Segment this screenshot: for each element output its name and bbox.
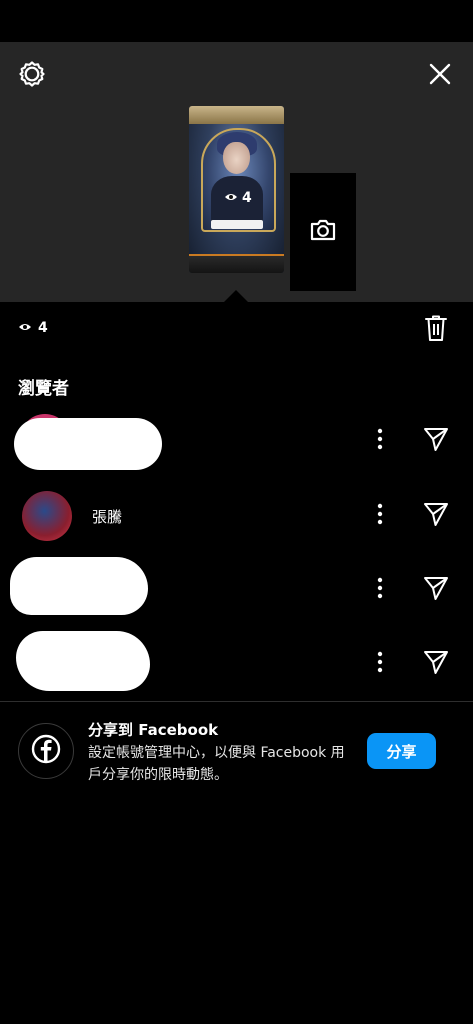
facebook-icon <box>31 734 61 768</box>
story-banner <box>189 106 284 124</box>
close-button[interactable] <box>422 58 458 94</box>
send-message-button[interactable] <box>420 574 452 606</box>
viewer-row[interactable] <box>0 555 473 625</box>
views-summary: 4 <box>18 320 48 336</box>
more-vertical-icon <box>377 428 383 454</box>
more-vertical-icon <box>377 651 383 677</box>
views-count: 4 <box>38 320 48 336</box>
viewer-row[interactable]: 張騰 <box>0 481 473 551</box>
paper-plane-icon <box>422 648 450 680</box>
viewer-row[interactable] <box>0 406 473 476</box>
gear-icon <box>18 60 46 92</box>
more-vertical-icon <box>377 503 383 529</box>
story-view-count: 4 <box>224 190 252 206</box>
more-options-button[interactable] <box>366 648 394 680</box>
send-message-button[interactable] <box>420 500 452 532</box>
close-icon <box>428 62 452 90</box>
paper-plane-icon <box>422 500 450 532</box>
story-character-face <box>223 142 250 174</box>
delete-story-button[interactable] <box>422 314 450 346</box>
facebook-share-title: 分享到 Facebook <box>88 721 219 739</box>
more-options-button[interactable] <box>366 500 394 532</box>
settings-button[interactable] <box>14 58 50 94</box>
viewers-heading: 瀏覽者 <box>18 379 69 399</box>
avatar[interactable] <box>22 491 72 541</box>
send-message-button[interactable] <box>420 425 452 457</box>
eye-icon <box>224 190 238 206</box>
story-label-strip <box>211 220 263 229</box>
selected-story-pointer <box>224 290 248 302</box>
trash-icon <box>424 314 448 346</box>
more-options-button[interactable] <box>366 425 394 457</box>
share-button[interactable]: 分享 <box>367 733 436 769</box>
facebook-share-description: 設定帳號管理中心，以便與 Facebook 用戶分享你的限時動態。 <box>88 745 345 783</box>
more-vertical-icon <box>377 577 383 603</box>
divider <box>0 701 473 702</box>
redaction-mark <box>10 557 148 615</box>
camera-icon <box>309 218 337 246</box>
story-bottom-bar <box>189 254 284 273</box>
more-options-button[interactable] <box>366 574 394 606</box>
viewer-name[interactable]: 張騰 <box>92 506 122 527</box>
eye-icon <box>18 320 32 336</box>
status-bar <box>0 0 473 42</box>
add-story-tile[interactable] <box>290 173 356 291</box>
viewer-row[interactable] <box>0 629 473 699</box>
story-views-value: 4 <box>242 190 252 206</box>
paper-plane-icon <box>422 425 450 457</box>
redaction-mark <box>16 631 150 691</box>
send-message-button[interactable] <box>420 648 452 680</box>
facebook-logo <box>18 723 74 779</box>
paper-plane-icon <box>422 574 450 606</box>
story-preview-area: 4 <box>0 42 473 302</box>
redaction-mark <box>14 418 162 470</box>
